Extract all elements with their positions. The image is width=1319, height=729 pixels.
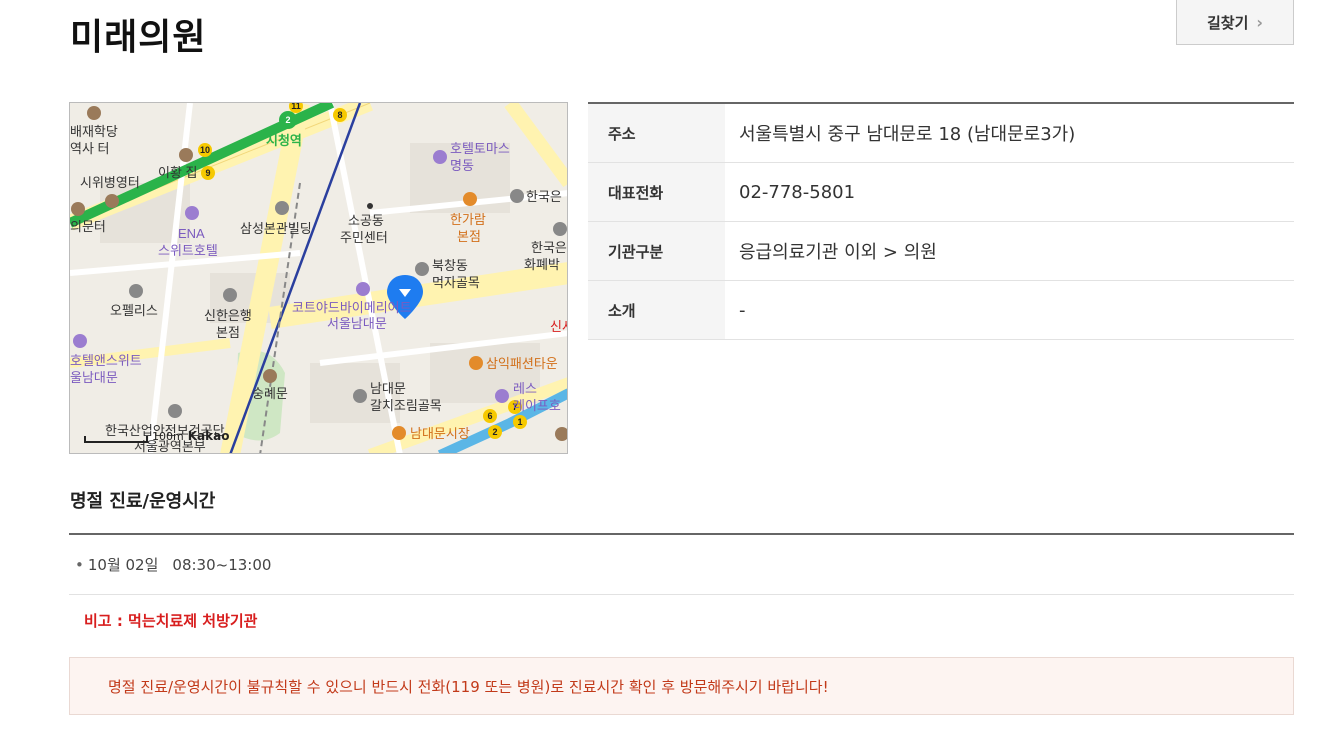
map-label-shinhan: 신한은행 — [204, 308, 252, 323]
map-label-hwapye: 화폐박 — [524, 257, 560, 272]
svg-text:6: 6 — [487, 411, 492, 421]
map-label-jumin: 주민센터 — [340, 230, 388, 245]
map-label-courtyard: 코트야드바이메리어트 — [292, 300, 412, 315]
info-row-category: 기관구분 응급의료기관 이외 > 의원 — [588, 222, 1294, 281]
map-label-hotel-ands: 호텔앤스위트 — [70, 353, 142, 368]
map-label-myeongdong: 명동 — [450, 158, 474, 173]
map-label-ena: ENA — [178, 226, 205, 241]
svg-text:10: 10 — [200, 145, 210, 155]
bullet-icon: • — [75, 555, 84, 574]
info-value: 서울특별시 중구 남대문로 18 (남대문로3가) — [739, 124, 1076, 145]
chevron-right-icon: › — [1256, 12, 1263, 32]
map-label-namdaemun: 남대문 — [370, 381, 406, 396]
info-value: 응급의료기관 이외 > 의원 — [739, 242, 937, 263]
notice-text: 명절 진료/운영시간이 불규칙할 수 있으니 반드시 전화(119 또는 병원)… — [108, 677, 829, 696]
remark-text: 비고 : 먹는치료제 처방기관 — [84, 612, 258, 630]
hours-date: 10월 02일 — [87, 556, 159, 574]
hours-item: • 10월 02일 08:30~13:00 — [69, 535, 1294, 595]
map-label-res: 레스 — [513, 381, 537, 396]
notice-box: 명절 진료/운영시간이 불규칙할 수 있으니 반드시 전화(119 또는 병원)… — [69, 657, 1294, 715]
directions-button[interactable]: 길찾기 › — [1176, 0, 1294, 45]
scale-label: 100m — [152, 430, 184, 443]
map-label-bukchang: 북창동 — [432, 258, 468, 273]
directions-label: 길찾기 — [1207, 13, 1249, 32]
map-label-bonjeom-hangaram: 본점 — [457, 229, 481, 244]
kakao-logo: Kakao — [187, 429, 230, 443]
map-label-hotel-tomas: 호텔토마스 — [450, 141, 510, 156]
location-map[interactable]: 2 11 8 10 9 6 7 1 2 배재학당 역사 터 이황 집 시위병영터… — [69, 102, 568, 454]
map-label-opellis: 오펠리스 — [110, 303, 158, 318]
svg-text:2: 2 — [285, 115, 290, 125]
map-label-courtyard-2: 서울남대문 — [327, 316, 387, 331]
scale-bar — [84, 436, 148, 443]
map-label-galchi: 갈치조림골목 — [370, 398, 442, 413]
map-label-cityhall-station: 시청역 — [266, 133, 302, 148]
info-table: 주소 서울특별시 중구 남대문로 18 (남대문로3가) 대표전화 02-778… — [588, 102, 1294, 340]
map-label-sogong: 소공동 — [348, 213, 384, 228]
map-label-siwi: 시위병영터 — [80, 175, 140, 190]
info-label: 대표전화 — [588, 163, 725, 221]
map-label-suite-hotel: 스위트호텔 — [158, 243, 218, 258]
info-value: - — [739, 299, 746, 321]
map-label-namdaemun-w: 울남대문 — [70, 370, 118, 385]
map-label-meokja: 먹자골목 — [432, 275, 480, 290]
info-value[interactable]: 02-778-5801 — [725, 163, 1294, 221]
info-row-phone: 대표전화 02-778-5801 — [588, 163, 1294, 222]
map-label-sin: 신사 — [550, 319, 568, 334]
map-label-munter: 의문터 — [70, 219, 106, 234]
map-label-baejae: 배재학당 — [70, 124, 118, 139]
map-label-ipeuho: 레이프호 — [513, 398, 561, 413]
map-label-bank-korea-2: 한국은 — [531, 240, 567, 255]
info-label: 소개 — [588, 281, 725, 339]
map-label-sungnyemun: 숭례문 — [252, 386, 288, 401]
map-label-shinhan-bonjeom: 본점 — [216, 325, 240, 340]
info-label: 기관구분 — [588, 222, 725, 280]
svg-text:2: 2 — [492, 427, 497, 437]
svg-text:8: 8 — [337, 110, 342, 120]
svg-text:1: 1 — [517, 417, 522, 427]
section-title: 명절 진료/운영시간 — [70, 491, 216, 512]
hours-list: • 10월 02일 08:30~13:00 — [69, 533, 1294, 595]
info-label: 주소 — [588, 104, 725, 162]
page-title: 미래의원 — [70, 17, 207, 58]
info-row-intro: 소개 - — [588, 281, 1294, 340]
map-scale: 100m Kakao — [84, 429, 229, 443]
map-label-ihwang: 이황 집 — [158, 165, 198, 180]
map-label-yeoksa: 역사 터 — [70, 141, 110, 156]
map-label-namdaemun-market: 남대문시장 — [410, 426, 470, 441]
map-label-samsung: 삼성본관빌딩 — [240, 221, 312, 236]
map-label-hangaram: 한가람 — [450, 212, 486, 227]
info-row-address: 주소 서울특별시 중구 남대문로 18 (남대문로3가) — [588, 104, 1294, 163]
map-label-bank-korea: 한국은 — [526, 189, 562, 204]
svg-text:11: 11 — [291, 103, 301, 111]
hours-time: 08:30~13:00 — [172, 555, 272, 574]
map-label-samik: 삼익패션타운 — [486, 356, 558, 371]
svg-text:9: 9 — [205, 168, 210, 178]
map-canvas[interactable]: 2 11 8 10 9 6 7 1 2 배재학당 역사 터 이황 집 시위병영터… — [70, 103, 568, 454]
